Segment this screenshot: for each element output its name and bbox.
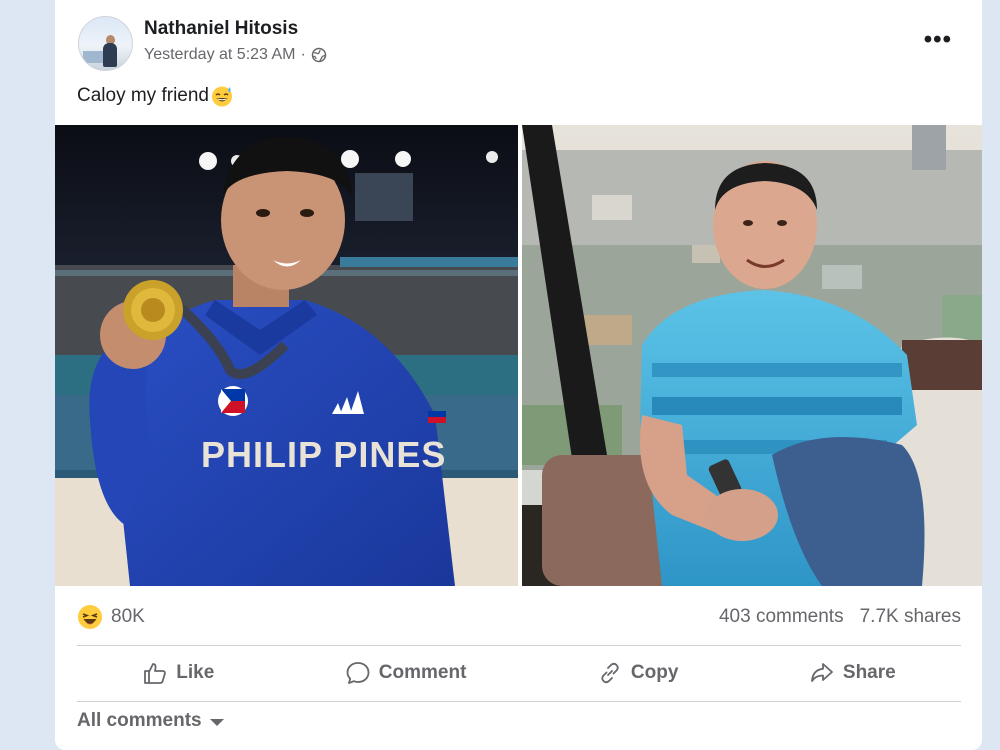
reaction-count-text: 80K [111, 606, 145, 627]
copy-link-button[interactable]: Copy [583, 654, 693, 692]
post-actions: Like Comment Copy Share [77, 651, 961, 695]
more-horizontal-icon: ••• [923, 26, 952, 53]
comments-filter-label: All comments [77, 710, 202, 731]
share-label: Share [842, 662, 896, 683]
comments-filter-dropdown[interactable]: All comments [77, 710, 224, 732]
author-name[interactable]: Nathaniel Hitosis [144, 18, 298, 40]
caret-down-icon [209, 719, 224, 726]
caption-text: Caloy my friend [77, 85, 209, 106]
photo-grid: PHILIP PINES [55, 125, 982, 586]
haha-reaction-icon [78, 605, 102, 629]
post-caption: Caloy my friend [77, 84, 234, 108]
comment-label: Comment [378, 662, 467, 683]
share-button[interactable]: Share [795, 654, 910, 692]
photo-man-on-couch[interactable] [522, 125, 982, 586]
link-icon [601, 662, 619, 684]
post-card: Nathaniel Hitosis Yesterday at 5:23 AM ·… [55, 0, 982, 750]
comment-icon [346, 662, 370, 684]
share-icon [811, 663, 833, 682]
divider [77, 701, 961, 702]
post-timestamp[interactable]: Yesterday at 5:23 AM [144, 46, 296, 64]
jacket-text: PHILIP PINES [201, 434, 446, 475]
share-count[interactable]: 7.7K shares [860, 606, 961, 628]
post-meta: Yesterday at 5:23 AM · [144, 46, 327, 64]
comment-button[interactable]: Comment [331, 654, 481, 692]
reaction-count[interactable]: 80K [77, 604, 145, 630]
meta-separator: · [300, 46, 306, 63]
post-options-button[interactable]: ••• [924, 26, 952, 54]
copy-label: Copy [630, 662, 679, 683]
photo-gymnast-with-medal[interactable]: PHILIP PINES [55, 125, 518, 586]
comment-count[interactable]: 403 comments [719, 606, 844, 628]
thumbs-up-icon [144, 663, 167, 684]
like-button[interactable]: Like [128, 654, 228, 692]
reactions-summary: 80K 403 comments 7.7K shares [77, 602, 961, 632]
like-label: Like [176, 662, 215, 683]
globe-icon[interactable] [311, 47, 327, 63]
grinning-sweat-emoji-icon [212, 86, 232, 107]
author-avatar[interactable] [78, 16, 133, 71]
divider [77, 645, 961, 646]
